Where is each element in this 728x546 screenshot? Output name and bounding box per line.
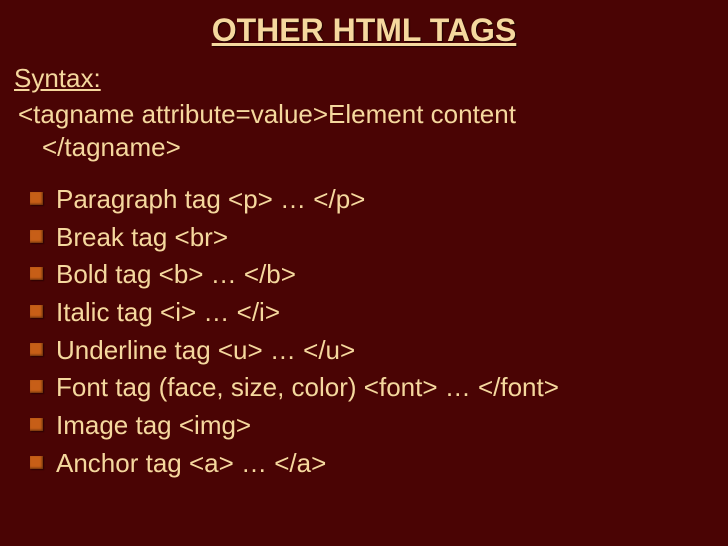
syntax-close: </tagname> [18,131,181,164]
syntax-example: <tagname attribute=value>Element content… [14,98,714,163]
list-item: Anchor tag <a> … </a> [26,445,714,483]
list-item: Break tag <br> [26,219,714,257]
list-item: Bold tag <b> … </b> [26,256,714,294]
tag-list: Paragraph tag <p> … </p> Break tag <br> … [14,181,714,483]
list-item: Underline tag <u> … </u> [26,332,714,370]
syntax-open: <tagname attribute=value>Element content [18,99,516,129]
syntax-heading: Syntax: [14,63,714,94]
list-item: Image tag <img> [26,407,714,445]
slide-title: OTHER HTML TAGS [14,12,714,49]
list-item: Italic tag <i> … </i> [26,294,714,332]
slide: OTHER HTML TAGS Syntax: <tagname attribu… [0,0,728,546]
list-item: Paragraph tag <p> … </p> [26,181,714,219]
list-item: Font tag (face, size, color) <font> … </… [26,369,714,407]
